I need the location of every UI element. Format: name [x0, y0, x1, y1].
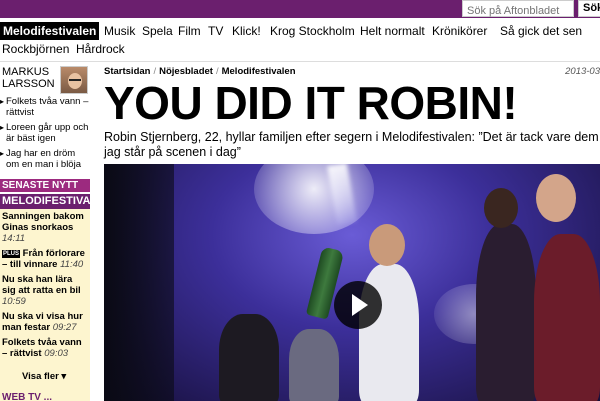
news-item[interactable]: Sanningen bakom Ginas snorkaos 14:11 — [2, 211, 88, 244]
video-player[interactable] — [104, 164, 600, 401]
crowd-figure — [476, 224, 536, 401]
news-item-time: 11:40 — [60, 259, 84, 270]
news-item-time: 14:11 — [2, 233, 26, 244]
search-button[interactable]: Sök — [578, 0, 600, 17]
left-sidebar: MARKUS LARSSON Folkets tvåa vann – rättv… — [0, 62, 92, 401]
column-link[interactable]: Folkets tvåa vann – rättvist — [0, 96, 90, 118]
main-nav: Melodifestivalen Musik Spela Film TV Kli… — [0, 18, 600, 61]
news-item-time: 10:59 — [2, 296, 26, 307]
crowd-head — [484, 188, 518, 228]
article-lead: Robin Stjernberg, 22, hyllar familjen ef… — [104, 130, 599, 159]
nav-item-film[interactable]: Film — [178, 22, 201, 40]
nav-item-hardrock[interactable]: Hårdrock — [76, 40, 125, 58]
nav-item-krog-stockholm[interactable]: Krog Stockholm — [270, 22, 355, 40]
nav-item-sa-gick-det-sen[interactable]: Så gick det sen — [500, 22, 582, 40]
breadcrumb-item[interactable]: Startsidan — [104, 66, 150, 77]
nav-item-melodifestivalen[interactable]: Melodifestivalen — [0, 22, 100, 40]
columnist-name[interactable]: MARKUS LARSSON — [2, 66, 62, 90]
news-item-title: Folkets tvåa vann – rättvist — [2, 337, 82, 359]
search-field[interactable] — [462, 0, 574, 19]
plus-badge: PLUS — [2, 250, 21, 258]
breadcrumb: Startsidan / Nöjesbladet / Melodifestivalen — [104, 66, 296, 77]
news-item-title: Nu ska han lära sig att ratta en bil — [2, 274, 81, 296]
web-tv-header[interactable]: WEB TV ... — [2, 392, 52, 401]
visa-fler-link[interactable]: Visa fler ▾ — [22, 371, 66, 382]
camera-shadow — [104, 164, 174, 401]
crowd-figure — [219, 314, 279, 401]
nav-item-helt-normalt[interactable]: Helt normalt — [360, 22, 425, 40]
crowd-figure — [289, 329, 339, 401]
article-headline: YOU DID IT ROBIN! — [104, 77, 518, 129]
news-box: MELODIFESTIVALEN Sanningen bakom Ginas s… — [0, 194, 90, 401]
news-item-time: 09:03 — [44, 348, 69, 359]
news-item[interactable]: Nu ska vi visa hur man festar 09:27 — [2, 311, 88, 333]
nav-item-klick[interactable]: Klick! — [232, 22, 261, 40]
column-links: Folkets tvåa vann – rättvist Loreen går … — [0, 96, 90, 174]
search-input[interactable] — [463, 3, 573, 19]
performer-head — [369, 224, 405, 266]
breadcrumb-separator: / — [215, 66, 219, 77]
crowd-figure — [534, 234, 600, 401]
nav-item-rockbjornen[interactable]: Rockbjörnen — [2, 40, 69, 58]
column-link[interactable]: Loreen går upp och är bäst igen — [0, 122, 90, 144]
breadcrumb-item[interactable]: Nöjesbladet — [159, 66, 213, 77]
nav-item-musik[interactable]: Musik — [104, 22, 135, 40]
columnist-avatar[interactable] — [60, 66, 88, 94]
crowd-head — [536, 174, 576, 222]
senaste-nytt-header[interactable]: SENASTE NYTT — [0, 179, 90, 192]
column-link[interactable]: Jag har en dröm om en man i blöja — [0, 148, 90, 170]
breadcrumb-item[interactable]: Melodifestivalen — [222, 66, 296, 77]
breadcrumb-separator: / — [153, 66, 157, 77]
news-list: Sanningen bakom Ginas snorkaos 14:11 PLU… — [2, 211, 88, 363]
nav-item-spela[interactable]: Spela — [142, 22, 173, 40]
avatar-glasses — [69, 79, 81, 82]
article-date: 2013-03 — [565, 66, 600, 77]
play-icon[interactable] — [334, 281, 382, 329]
news-item-title: Sanningen bakom Ginas snorkaos — [2, 211, 84, 233]
nav-item-tv[interactable]: TV — [208, 22, 223, 40]
news-item[interactable]: Nu ska han lära sig att ratta en bil 10:… — [2, 274, 88, 307]
article: Startsidan / Nöjesbladet / Melodifestivalen … — [104, 62, 600, 401]
news-item[interactable]: Folkets tvåa vann – rättvist 09:03 — [2, 337, 88, 359]
news-item-time: 09:27 — [52, 322, 77, 333]
news-item[interactable]: PLUS Från förlorare – till vinnare 11:40 — [2, 248, 88, 270]
news-box-title[interactable]: MELODIFESTIVALEN — [0, 194, 90, 209]
nav-item-kronikorer[interactable]: Krönikörer — [432, 22, 487, 40]
